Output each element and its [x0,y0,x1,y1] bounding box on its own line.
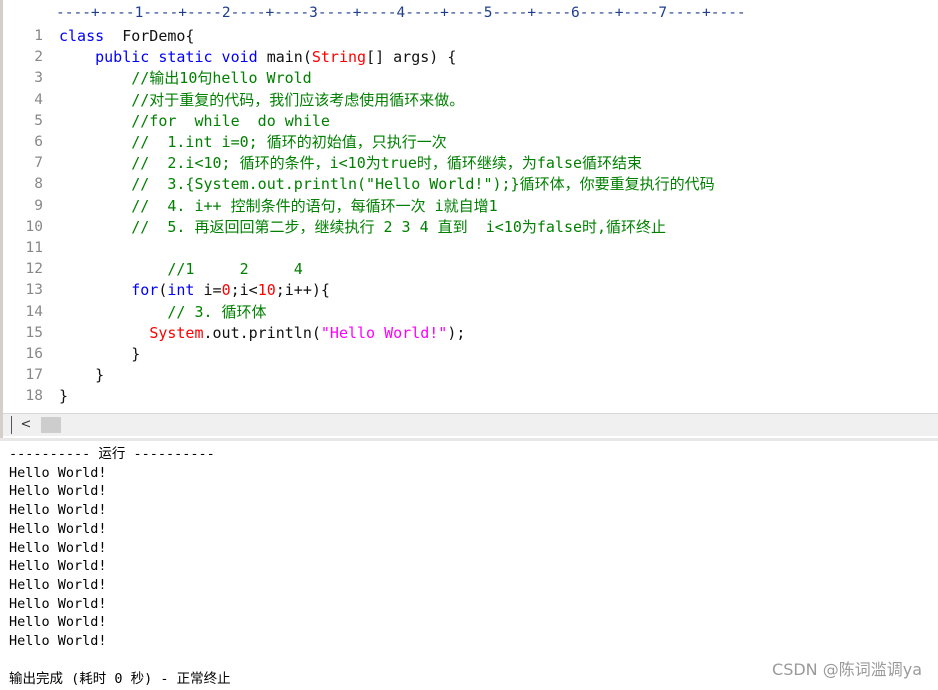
code-token: // 1.int i=0; 循环的初始值，只执行一次 [59,133,447,151]
code-token: public static void [95,48,258,67]
output-line: Hello World! [9,558,107,575]
line-number: 9 [34,197,43,214]
output-line: Hello World! [9,464,107,481]
output-line: Hello World! [9,483,107,500]
code-line[interactable]: } [59,365,104,386]
code-token: //for while do while [59,111,330,130]
output-line: Hello World! [9,539,107,556]
line-number: 17 [25,367,43,384]
code-token: // 2.i<10; 循环的条件，i<10为true时，循环继续，为false循… [59,154,643,173]
output-header: ---------- 运行 ---------- [9,446,215,462]
code-token: } [59,345,141,363]
line-number-gutter: 1 2 3 4 5 6 7 8 9 10 11 12 13 14 15 16 17 18 [3,26,47,412]
output-line: Hello World! [9,614,107,631]
code-line[interactable]: //对于重复的代码，我们应该考虑使用循环来做。 [59,90,464,111]
output-line: Hello World! [9,633,107,649]
code-token: //输出10句hello Wrold [59,69,312,88]
code-token: // 3.{System.out.println("Hello World!")… [59,175,715,194]
code-token: ForDemo{ [104,27,195,45]
line-number: 1 [34,28,43,44]
code-line[interactable]: // 1.int i=0; 循环的初始值，只执行一次 [59,132,447,153]
line-number: 4 [34,91,43,108]
code-token: int [167,281,195,300]
code-token: // 4. i++ 控制条件的语句，每循环一次 i就自增1 [59,196,498,215]
code-token: ); [447,323,466,342]
output-panel: ---------- 运行 ---------- 输出完成 (耗时 0 秒) -… [0,441,938,690]
code-token: .out.println( [203,323,321,342]
code-line[interactable]: class ForDemo{ [59,26,194,47]
line-number: 7 [34,155,43,172]
code-token: //1 2 4 [59,260,303,279]
watermark: CSDN @陈词滥调ya [772,660,922,679]
output-line: Hello World! [9,502,107,519]
code-line[interactable]: } [59,344,140,365]
code-token: for [131,281,159,300]
line-number: 11 [25,240,43,256]
code-line[interactable]: // 3. 循环体 [59,302,267,323]
code-token: ;i++){ [275,281,330,300]
scroll-left-arrow-icon[interactable]: < [17,416,35,434]
code-token: // 3. 循环体 [59,302,267,321]
line-number: 10 [25,218,43,235]
code-area[interactable]: class ForDemo{ public static void main(S… [59,26,938,412]
code-token: } [59,366,105,385]
code-line[interactable]: // 5. 再返回回第二步，继续执行 2 3 4 直到 i<10为false时,… [59,217,666,238]
output-footer: 输出完成 (耗时 0 秒) - 正常终止 [9,671,231,687]
code-token: System [149,323,204,342]
code-token: String [311,48,367,67]
code-token: 0 [221,281,231,300]
line-number: 8 [34,176,43,193]
line-number: 13 [25,282,43,299]
scrollbar-thumb[interactable] [41,417,61,433]
code-line[interactable]: } [59,386,68,407]
line-number: 14 [25,303,43,320]
code-token: // 5. 再返回回第二步，继续执行 2 3 4 直到 i<10为false时,… [59,217,667,236]
code-line[interactable]: //for while do while [59,111,330,132]
code-token: 10 [257,281,276,300]
code-token: } [59,387,69,406]
code-token: i= [194,281,222,300]
line-number: 2 [34,49,43,66]
code-token: "Hello World!" [320,323,448,342]
code-line[interactable]: // 4. i++ 控制条件的语句，每循环一次 i就自增1 [59,196,498,217]
code-token: ;i< [230,281,258,300]
code-token: class [59,27,105,45]
scrollbar-separator [11,416,12,434]
code-line[interactable]: for(int i=0;i<10;i++){ [59,280,330,301]
line-number: 6 [34,134,43,150]
horizontal-scrollbar[interactable]: < [3,413,938,436]
line-number: 18 [25,388,43,405]
code-line[interactable]: // 2.i<10; 循环的条件，i<10为true时，循环继续，为false循… [59,153,642,174]
code-token: main( [257,48,312,67]
column-ruler: ----+----1----+----2----+----3----+----4… [56,0,938,26]
output-line: Hello World! [9,595,107,612]
code-line[interactable]: //输出10句hello Wrold [59,68,312,89]
line-number: 12 [25,261,43,278]
code-line[interactable]: // 3.{System.out.println("Hello World!")… [59,174,715,195]
line-number: 15 [25,324,43,341]
code-line[interactable]: public static void main(String[] args) { [59,47,456,68]
code-line[interactable]: //1 2 4 [59,259,303,280]
output-line: Hello World! [9,520,107,537]
code-line[interactable]: System.out.println("Hello World!"); [59,323,465,344]
output-line: Hello World! [9,576,107,593]
code-token: //对于重复的代码，我们应该考虑使用循环来做。 [59,90,465,109]
code-editor[interactable]: ----+----1----+----2----+----3----+----4… [0,0,938,439]
line-number: 3 [34,70,43,87]
line-number: 5 [34,112,43,129]
code-token: [] args) { [366,48,457,67]
line-number: 16 [25,346,43,362]
